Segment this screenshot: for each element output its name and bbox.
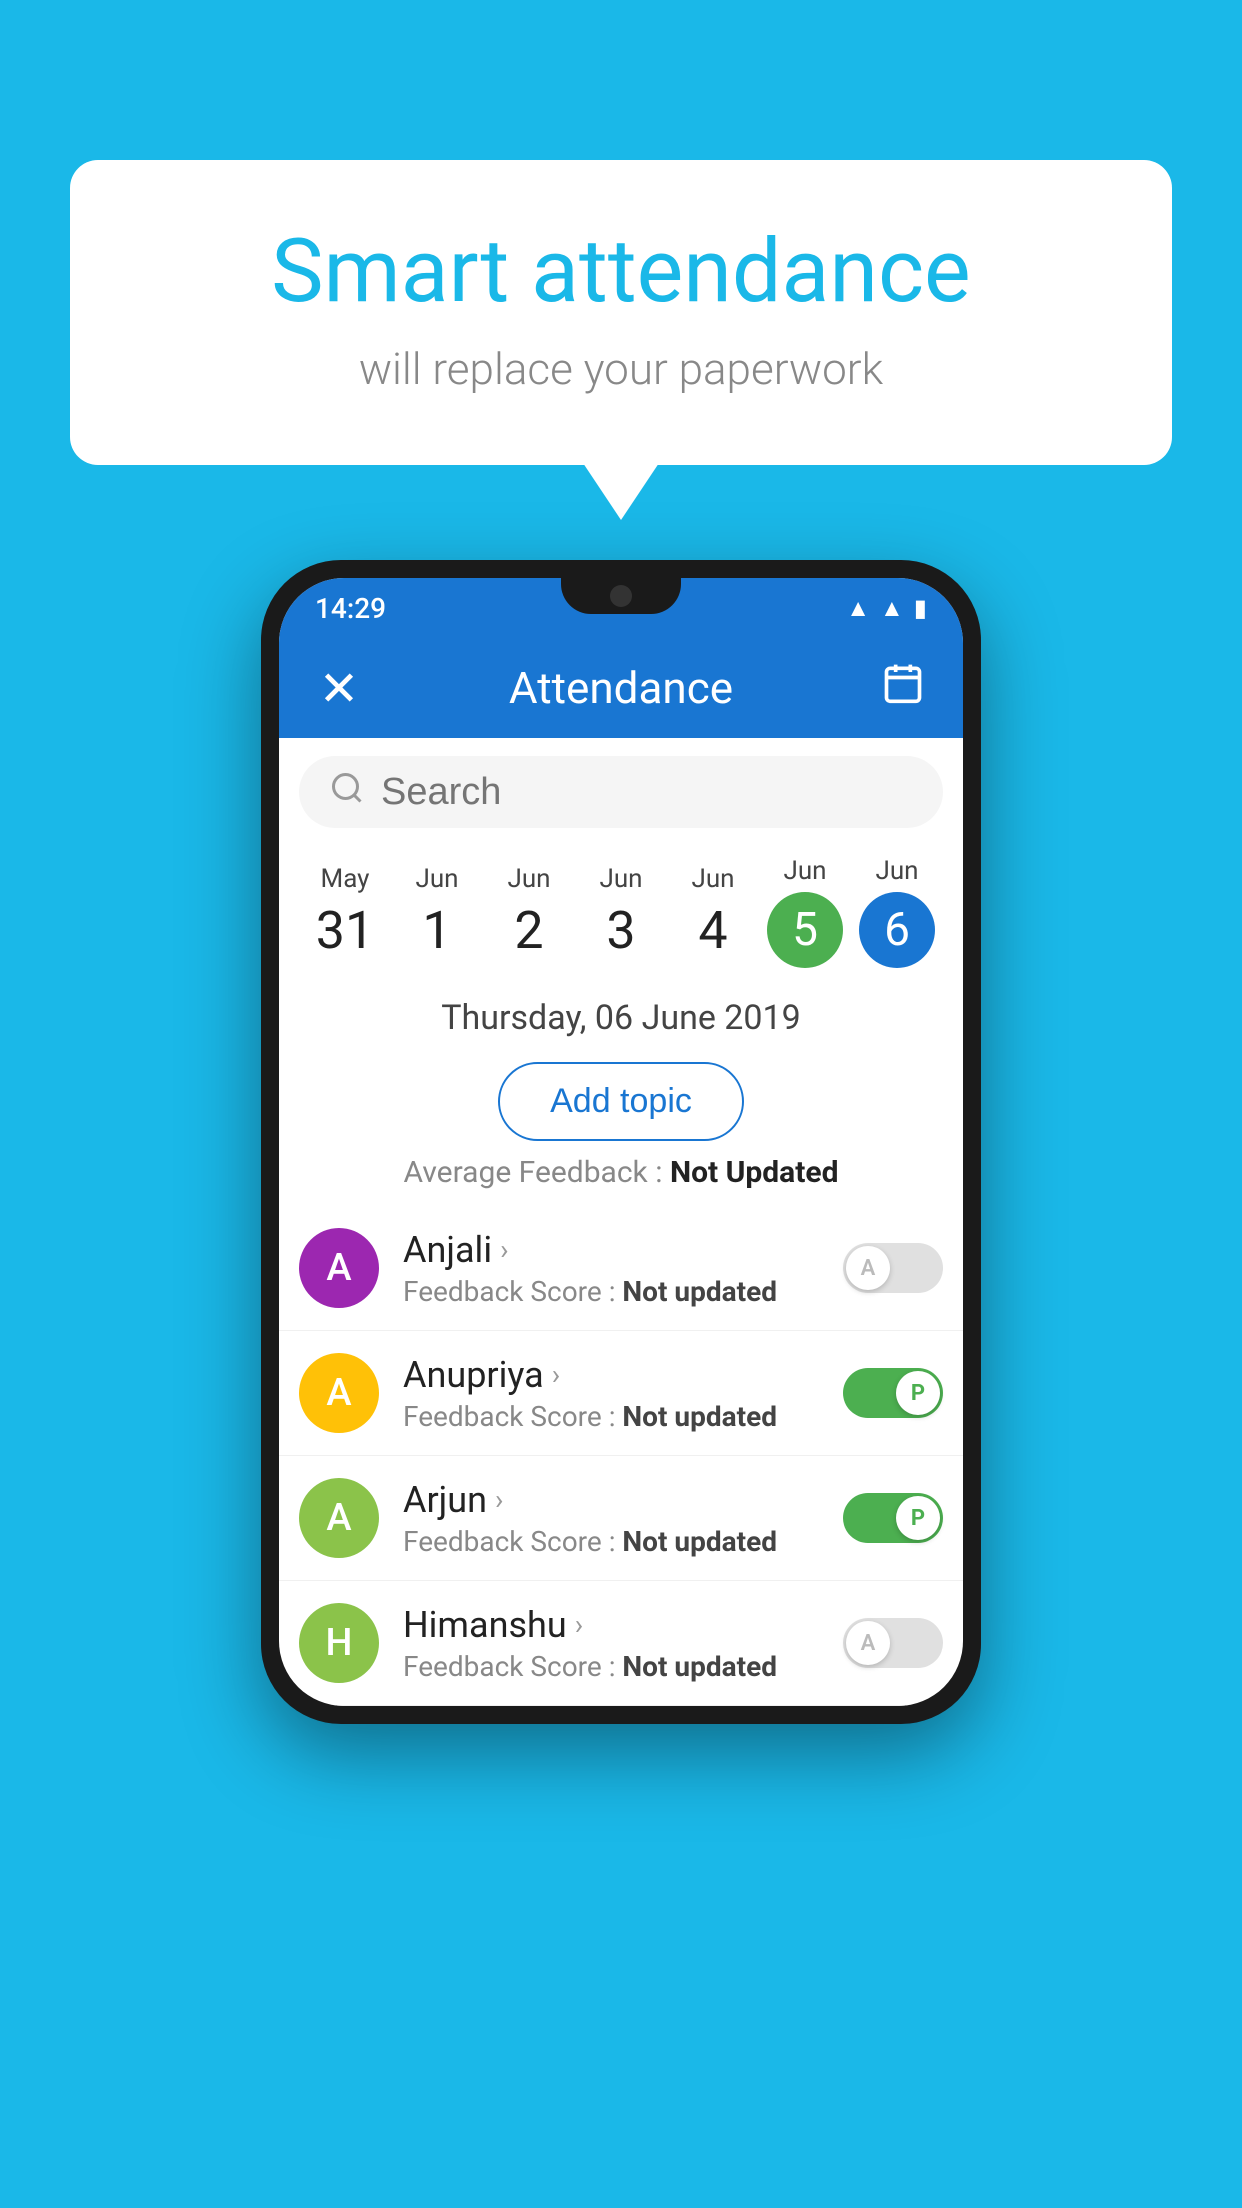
date-item-5[interactable]: Jun 5	[759, 846, 851, 978]
date-item-31[interactable]: May 31	[299, 854, 391, 971]
toggle-container[interactable]: P	[843, 1368, 943, 1418]
phone-screen: 14:29 ▲ ▲ ▮ ✕ Attendance	[279, 578, 963, 1706]
speech-bubble-container: Smart attendance will replace your paper…	[70, 160, 1172, 465]
battery-icon: ▮	[914, 594, 927, 622]
avg-feedback: Average Feedback : Not Updated	[279, 1155, 963, 1190]
student-list: A Anjali › Feedback Score : Not updated …	[279, 1206, 963, 1706]
student-avatar: A	[299, 1478, 379, 1558]
chevron-right-icon: ›	[495, 1483, 503, 1516]
student-item[interactable]: A Anjali › Feedback Score : Not updated …	[279, 1206, 963, 1331]
student-feedback: Feedback Score : Not updated	[403, 1525, 843, 1558]
close-icon[interactable]: ✕	[309, 660, 369, 717]
add-topic-button[interactable]: Add topic	[498, 1062, 744, 1141]
attendance-toggle[interactable]: A	[843, 1243, 943, 1293]
signal-icon: ▲	[880, 594, 904, 623]
student-info: Anjali › Feedback Score : Not updated	[403, 1229, 843, 1308]
bubble-title: Smart attendance	[130, 220, 1112, 323]
student-name: Anjali ›	[403, 1229, 843, 1271]
date-item-3[interactable]: Jun 3	[575, 854, 667, 971]
app-bar-title: Attendance	[369, 662, 873, 714]
student-feedback: Feedback Score : Not updated	[403, 1650, 843, 1683]
chevron-right-icon: ›	[552, 1358, 560, 1391]
student-name: Himanshu ›	[403, 1604, 843, 1646]
student-avatar: A	[299, 1228, 379, 1308]
toggle-container[interactable]: P	[843, 1493, 943, 1543]
date-item-1[interactable]: Jun 1	[391, 854, 483, 971]
date-item-6[interactable]: Jun 6	[851, 846, 943, 978]
bubble-subtitle: will replace your paperwork	[130, 343, 1112, 395]
phone-outer: 14:29 ▲ ▲ ▮ ✕ Attendance	[261, 560, 981, 1724]
date-strip: May 31 Jun 1 Jun 2 Jun 3 Jun 4 Jun 5 Jun…	[279, 846, 963, 978]
student-name: Arjun ›	[403, 1479, 843, 1521]
search-icon	[329, 770, 365, 815]
toggle-container[interactable]: A	[843, 1618, 943, 1668]
phone-wrapper: 14:29 ▲ ▲ ▮ ✕ Attendance	[261, 560, 981, 1724]
chevron-right-icon: ›	[575, 1608, 583, 1641]
toggle-container[interactable]: A	[843, 1243, 943, 1293]
calendar-icon[interactable]	[873, 661, 933, 715]
attendance-toggle[interactable]: A	[843, 1618, 943, 1668]
student-name: Anupriya ›	[403, 1354, 843, 1396]
chevron-right-icon: ›	[500, 1233, 508, 1266]
attendance-toggle[interactable]: P	[843, 1368, 943, 1418]
student-info: Arjun › Feedback Score : Not updated	[403, 1479, 843, 1558]
student-item[interactable]: A Anupriya › Feedback Score : Not update…	[279, 1331, 963, 1456]
student-info: Himanshu › Feedback Score : Not updated	[403, 1604, 843, 1683]
student-feedback: Feedback Score : Not updated	[403, 1275, 843, 1308]
wifi-icon: ▲	[846, 594, 870, 623]
app-bar: ✕ Attendance	[279, 638, 963, 738]
date-item-2[interactable]: Jun 2	[483, 854, 575, 971]
student-info: Anupriya › Feedback Score : Not updated	[403, 1354, 843, 1433]
notch-camera	[610, 585, 632, 607]
student-feedback: Feedback Score : Not updated	[403, 1400, 843, 1433]
search-input[interactable]	[381, 771, 913, 814]
student-avatar: A	[299, 1353, 379, 1433]
speech-bubble: Smart attendance will replace your paper…	[70, 160, 1172, 465]
date-item-4[interactable]: Jun 4	[667, 854, 759, 971]
phone-notch	[561, 578, 681, 614]
student-avatar: H	[299, 1603, 379, 1683]
student-item[interactable]: A Arjun › Feedback Score : Not updated P	[279, 1456, 963, 1581]
student-item[interactable]: H Himanshu › Feedback Score : Not update…	[279, 1581, 963, 1706]
status-time: 14:29	[315, 592, 386, 625]
attendance-toggle[interactable]: P	[843, 1493, 943, 1543]
status-icons: ▲ ▲ ▮	[846, 594, 927, 623]
selected-date-label: Thursday, 06 June 2019	[279, 978, 963, 1048]
search-bar[interactable]	[299, 756, 943, 828]
